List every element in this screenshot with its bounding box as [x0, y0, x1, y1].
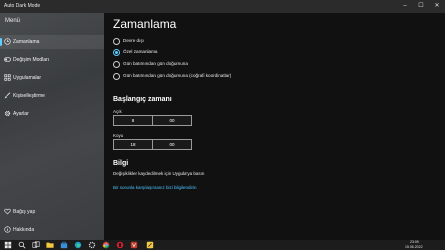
radio-disabled[interactable]: Devre dışı	[113, 38, 333, 47]
task-view-icon[interactable]	[32, 241, 40, 249]
brush-icon	[4, 92, 11, 99]
start-icon[interactable]	[4, 241, 12, 249]
menu-label: Menü	[5, 18, 21, 24]
radio-circle	[113, 38, 120, 45]
radio-label: Gün batımından gün doğumuna	[123, 61, 188, 66]
sidebar: Menü Zamanlama Değişim Modları Uygulamal…	[0, 13, 104, 240]
sidebar-item-switch-modes[interactable]: Değişim Modları	[0, 53, 104, 67]
file-explorer-icon[interactable]	[46, 241, 54, 249]
selection-indicator	[0, 38, 2, 46]
app-window: Auto Dark Mode – ☐ ✕ Menü Zamanlama Deği…	[0, 0, 445, 240]
sidebar-item-donate[interactable]: Bağış yap	[0, 205, 104, 219]
radio-label: Gün batımından gün doğumuna (coğrafi koo…	[123, 73, 232, 78]
light-minute[interactable]: 00	[153, 118, 191, 123]
sidebar-item-label: Bağış yap	[13, 209, 36, 215]
maximize-icon[interactable]: ☐	[413, 0, 429, 13]
start-time-heading: Başlangıç zamanı	[113, 96, 172, 103]
gear-icon	[4, 110, 11, 117]
radio-custom-schedule[interactable]: Özel zamanlama	[113, 49, 333, 58]
sidebar-item-schedule[interactable]: Zamanlama	[0, 35, 104, 49]
sidebar-item-settings[interactable]: Ayarlar	[0, 107, 104, 121]
light-time-picker[interactable]: 8 00	[113, 115, 192, 126]
dark-time-label: Koyu	[113, 133, 124, 138]
radio-sunset-sunrise-geo[interactable]: Gün batımından gün doğumuna (coğrafi koo…	[113, 73, 333, 82]
chrome-icon[interactable]	[102, 241, 110, 249]
light-hour[interactable]: 8	[114, 118, 152, 123]
minimize-icon[interactable]: –	[397, 0, 413, 13]
heart-icon	[4, 208, 11, 215]
clock-date[interactable]: 15.06.2022	[405, 245, 423, 249]
sidebar-item-label: Değişim Modları	[13, 57, 50, 63]
sidebar-item-personalization[interactable]: Kişiselleştirme	[0, 89, 104, 103]
radio-circle	[113, 61, 120, 68]
sidebar-item-apps[interactable]: Uygulamalar	[0, 71, 104, 85]
apps-icon	[4, 74, 11, 81]
radio-circle	[113, 73, 120, 80]
taskbar: 23:09 15.06.2022	[0, 240, 445, 250]
info-icon	[4, 226, 11, 233]
sidebar-item-label: Zamanlama	[13, 39, 40, 45]
info-text: Değişiklikler kaydedilmek için Uygula'ya…	[113, 171, 205, 176]
auto-dark-mode-icon[interactable]	[146, 241, 154, 249]
sidebar-item-label: Kişiselleştirme	[13, 93, 45, 99]
sidebar-item-about[interactable]: Hakkında	[0, 223, 104, 237]
toggle-icon	[4, 57, 11, 62]
store-icon[interactable]	[60, 241, 68, 249]
sidebar-item-label: Uygulamalar	[13, 75, 42, 81]
settings-icon[interactable]	[88, 241, 96, 249]
main-content: Zamanlama Devre dışı Özel zamanlama Gün …	[104, 13, 445, 240]
search-icon[interactable]	[18, 241, 26, 249]
close-icon[interactable]: ✕	[429, 0, 445, 13]
radio-label: Devre dışı	[123, 38, 144, 43]
radio-circle	[113, 49, 120, 56]
clock-icon	[4, 38, 11, 45]
light-time-label: Açık	[113, 109, 122, 114]
title-bar[interactable]: Auto Dark Mode – ☐ ✕	[0, 0, 445, 13]
page-title: Zamanlama	[113, 17, 177, 31]
sidebar-item-label: Hakkında	[13, 227, 35, 233]
vpn-icon[interactable]	[130, 241, 138, 249]
info-heading: Bilgi	[113, 160, 129, 167]
dark-hour[interactable]: 18	[114, 142, 152, 147]
feedback-link[interactable]: Bir sorunla karşılaşırsanız bizi bilgile…	[113, 185, 197, 190]
app-title: Auto Dark Mode	[4, 3, 41, 9]
opera-icon[interactable]	[116, 241, 124, 249]
sidebar-item-label: Ayarlar	[13, 111, 29, 117]
radio-label: Özel zamanlama	[123, 49, 158, 54]
dark-minute[interactable]: 00	[153, 142, 191, 147]
clock-time[interactable]: 23:09	[410, 240, 419, 244]
edge-icon[interactable]	[74, 241, 82, 249]
radio-sunset-sunrise[interactable]: Gün batımından gün doğumuna	[113, 61, 333, 70]
dark-time-picker[interactable]: 18 00	[113, 139, 192, 150]
